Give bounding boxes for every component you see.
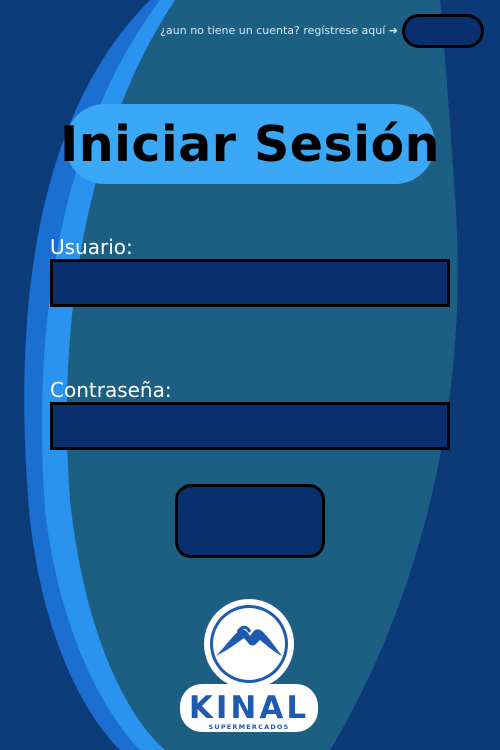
password-label: Contraseña: bbox=[50, 378, 172, 402]
page-title: Iniciar Sesión bbox=[59, 115, 441, 173]
username-input[interactable] bbox=[50, 259, 450, 307]
title-pill: Iniciar Sesión bbox=[60, 104, 440, 184]
login-screen: ¿aun no tiene un cuenta? regístrese aquí… bbox=[0, 0, 500, 750]
login-submit-button[interactable] bbox=[175, 484, 325, 558]
register-prompt-text[interactable]: ¿aun no tiene un cuenta? regístrese aquí… bbox=[160, 24, 398, 38]
username-label: Usuario: bbox=[50, 235, 133, 259]
password-input[interactable] bbox=[50, 402, 450, 450]
logo-tagline-text: SUPERMERCADOS bbox=[208, 723, 289, 731]
logo-brand-text: KINAL bbox=[189, 690, 309, 726]
register-button[interactable] bbox=[402, 14, 484, 48]
kinal-logo: KINAL SUPERMERCADOS bbox=[180, 599, 318, 732]
